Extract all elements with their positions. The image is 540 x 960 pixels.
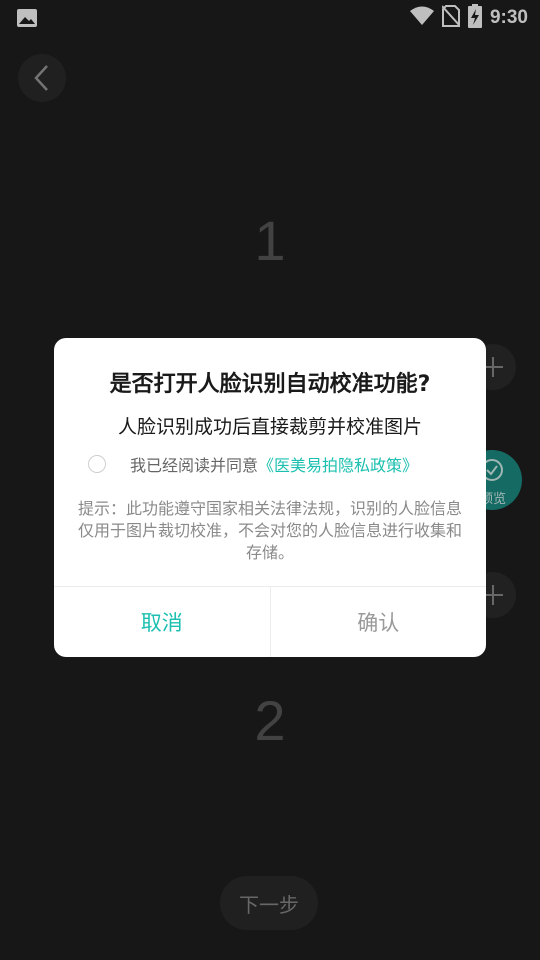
agree-text: 我已经阅读并同意 — [130, 456, 259, 475]
cancel-button[interactable]: 取消 — [54, 587, 271, 657]
agree-radio[interactable] — [88, 455, 106, 473]
face-recognition-dialog: 是否打开人脸识别自动校准功能? 人脸识别成功后直接裁剪并校准图片 我已经阅读并同… — [54, 338, 486, 657]
privacy-policy-link[interactable]: 《医美易拍隐私政策》 — [258, 452, 418, 476]
notice-text: 提示：此功能遵守国家相关法律法规，识别的人脸信息仅用于图片裁切校准，不会对您的人… — [77, 499, 462, 562]
screen: 9:30 1 2 预览 下一步 是否打开人脸识别自动校准功能? 人脸识别成功后直… — [0, 0, 540, 960]
agree-row: 我已经阅读并同意 《医美易拍隐私政策》 — [88, 452, 418, 476]
dialog-buttons: 取消 确认 — [54, 586, 486, 657]
dialog-subtitle: 人脸识别成功后直接裁剪并校准图片 — [117, 416, 422, 438]
confirm-button[interactable]: 确认 — [271, 587, 487, 657]
dialog-title: 是否打开人脸识别自动校准功能? — [109, 372, 431, 397]
